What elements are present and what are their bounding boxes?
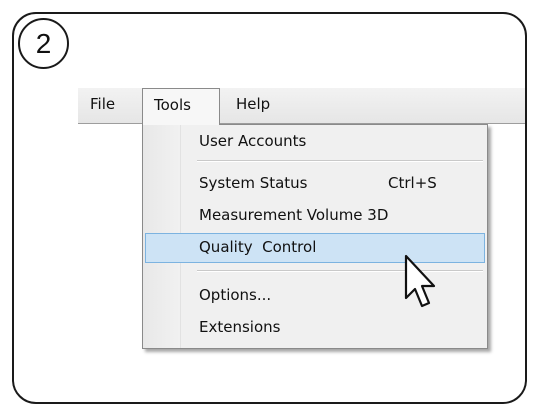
menu-help[interactable]: Help xyxy=(236,88,286,123)
menu-item-label: Extensions xyxy=(199,318,281,336)
menu-item-user-accounts[interactable]: User Accounts xyxy=(145,127,485,157)
menu-item-label: Measurement Volume 3D xyxy=(199,206,389,224)
menu-file[interactable]: File xyxy=(90,88,146,123)
menu-item-label: Quality Control xyxy=(199,238,317,256)
step-number-badge: 2 xyxy=(18,18,69,69)
step-frame: 2 File Tools Help User Accounts System S… xyxy=(12,12,527,404)
menu-item-system-status[interactable]: System Status Ctrl+S xyxy=(145,169,485,199)
menu-item-label: User Accounts xyxy=(199,132,307,150)
arrow-pointer-icon xyxy=(404,254,436,308)
menu-item-label: Options... xyxy=(199,286,272,304)
menu-item-extensions[interactable]: Extensions xyxy=(145,313,485,343)
menu-tools[interactable]: Tools xyxy=(142,88,220,125)
menu-separator xyxy=(197,160,483,162)
tools-dropdown-menu: User Accounts System Status Ctrl+S Measu… xyxy=(142,124,488,349)
menu-bar: File Tools Help xyxy=(78,88,525,125)
menu-item-shortcut: Ctrl+S xyxy=(388,174,437,192)
menu-item-measurement-volume-3d[interactable]: Measurement Volume 3D xyxy=(145,201,485,231)
step-number: 2 xyxy=(35,27,52,59)
menu-item-label: System Status xyxy=(199,174,308,192)
